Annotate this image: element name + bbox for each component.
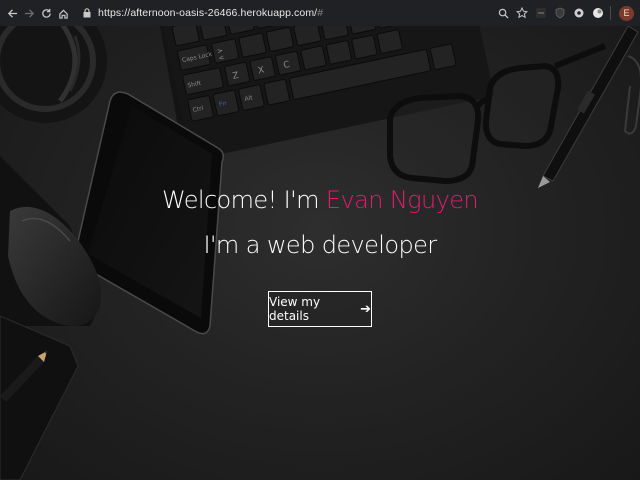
- view-details-label: View my details: [269, 295, 321, 323]
- paper-clip-image: [623, 55, 640, 135]
- back-arrow-icon[interactable]: [4, 3, 21, 23]
- profile-avatar[interactable]: E: [619, 5, 634, 21]
- view-details-button[interactable]: View my details ➔: [268, 291, 372, 327]
- reload-icon[interactable]: [38, 3, 55, 23]
- welcome-heading: Welcome! I'm Evan Nguyen: [0, 186, 640, 214]
- toolbar-actions: E: [496, 5, 636, 21]
- developer-name: Evan Nguyen: [325, 186, 479, 214]
- arrow-right-icon: ➔: [360, 301, 371, 317]
- address-bar[interactable]: https://afternoon-oasis-26466.herokuapp.…: [98, 7, 323, 19]
- url-hash: #: [317, 7, 324, 19]
- extension-icon[interactable]: [534, 6, 548, 20]
- welcome-prefix: Welcome! I'm: [162, 186, 326, 214]
- browser-toolbar: https://afternoon-oasis-26466.herokuapp.…: [0, 0, 640, 26]
- gear-extension-icon[interactable]: [572, 6, 586, 20]
- hero-section: Caps Lock Shift Ctrl Fn Alt Z X C > < We…: [0, 26, 640, 480]
- home-icon[interactable]: [55, 3, 72, 23]
- magnifier-icon[interactable]: [496, 6, 510, 20]
- forward-arrow-icon[interactable]: [21, 3, 38, 23]
- toolbar-divider: [610, 6, 611, 20]
- lock-icon[interactable]: [80, 6, 94, 20]
- role-subtitle: I'm a web developer: [203, 231, 437, 259]
- circle-extension-icon[interactable]: [591, 6, 605, 20]
- shield-extension-icon[interactable]: [553, 6, 567, 20]
- star-icon[interactable]: [515, 6, 529, 20]
- headphones-image: [0, 26, 107, 123]
- notebook-image: [0, 315, 79, 480]
- url-text: https://afternoon-oasis-26466.herokuapp.…: [98, 7, 318, 19]
